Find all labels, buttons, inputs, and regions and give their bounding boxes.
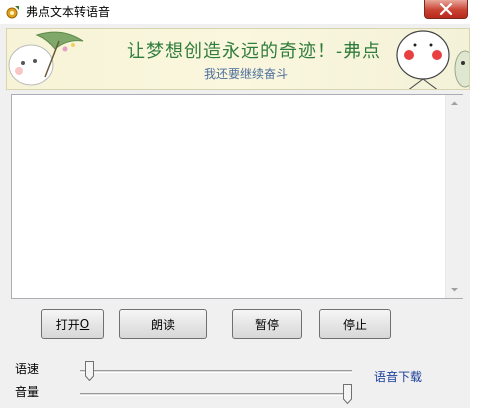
scroll-down-arrow-icon[interactable] bbox=[446, 281, 463, 298]
text-input[interactable] bbox=[12, 95, 445, 298]
close-icon bbox=[439, 3, 453, 15]
banner: 让梦想创造永远的奇迹！-弗点 我还要继续奋斗 bbox=[6, 28, 470, 90]
volume-slider-thumb[interactable] bbox=[343, 384, 352, 404]
scroll-up-arrow-icon[interactable] bbox=[446, 95, 463, 112]
stop-label: 停止 bbox=[342, 317, 367, 332]
close-button[interactable] bbox=[424, 0, 468, 19]
title-bar[interactable]: 弗点文本转语音 bbox=[0, 0, 477, 24]
app-logo-icon bbox=[6, 6, 19, 19]
text-editor-frame bbox=[11, 94, 463, 299]
open-button[interactable]: 打开 O bbox=[41, 309, 104, 339]
volume-slider[interactable] bbox=[80, 384, 352, 406]
window-border bbox=[470, 24, 477, 408]
read-aloud-button[interactable]: 朗读 bbox=[119, 309, 207, 339]
pause-label: 暂停 bbox=[254, 317, 279, 332]
volume-label: 音量 bbox=[15, 385, 40, 399]
speed-label: 语速 bbox=[15, 362, 40, 376]
speed-slider[interactable] bbox=[80, 361, 352, 383]
app-window: 弗点文本转语音 让梦想创造永远的奇迹！-弗点 我还要继续奋斗 打开 O 朗读 暂… bbox=[0, 0, 477, 408]
vertical-scrollbar[interactable] bbox=[445, 95, 463, 298]
volume-slider-track[interactable] bbox=[80, 393, 352, 396]
open-button-label: 打开 bbox=[55, 317, 80, 332]
speed-slider-thumb[interactable] bbox=[85, 361, 94, 381]
voice-download-link[interactable]: 语音下载 bbox=[374, 368, 422, 385]
stop-button[interactable]: 停止 bbox=[319, 309, 391, 339]
window-title: 弗点文本转语音 bbox=[26, 5, 111, 19]
read-aloud-label: 朗读 bbox=[150, 317, 175, 332]
pause-button[interactable]: 暂停 bbox=[232, 309, 302, 339]
cartoon-character-image bbox=[396, 30, 469, 89]
speed-slider-track[interactable] bbox=[80, 370, 352, 373]
open-hotkey: O bbox=[79, 317, 90, 331]
